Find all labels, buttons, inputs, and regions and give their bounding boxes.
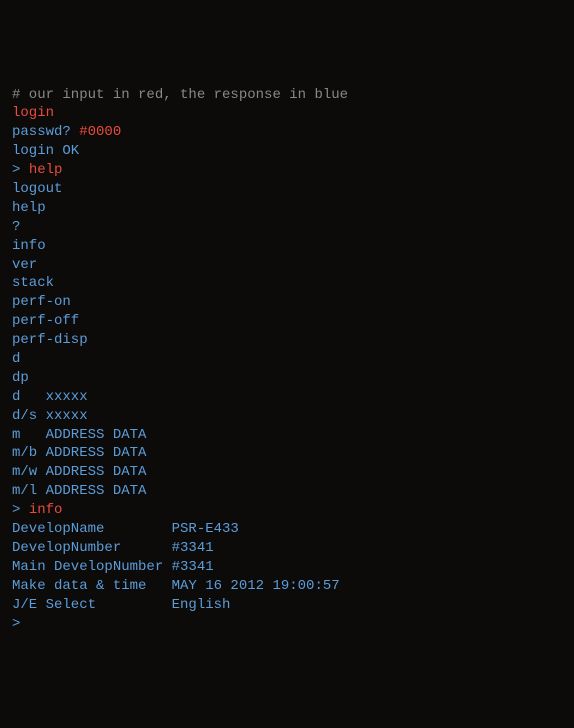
terminal-line: ?	[12, 218, 562, 237]
terminal-text-response: m/w ADDRESS DATA	[12, 464, 146, 480]
terminal-text-response: Make data & time MAY 16 2012 19:00:57	[12, 578, 340, 594]
terminal-text-response: ?	[12, 219, 20, 235]
terminal-text-input: info	[29, 502, 63, 518]
terminal-line: stack	[12, 274, 562, 293]
terminal-line: Main DevelopNumber #3341	[12, 558, 562, 577]
terminal-line: perf-disp	[12, 331, 562, 350]
terminal-text-response: login OK	[12, 143, 79, 159]
terminal-line: login OK	[12, 142, 562, 161]
terminal-text-response: m/l ADDRESS DATA	[12, 483, 146, 499]
terminal-text-response: d xxxxx	[12, 389, 88, 405]
terminal-line: perf-off	[12, 312, 562, 331]
terminal-text-response: perf-off	[12, 313, 79, 329]
terminal-text-response: DevelopNumber #3341	[12, 540, 214, 556]
terminal-text-input: login	[12, 105, 54, 121]
terminal-text-response: m ADDRESS DATA	[12, 427, 146, 443]
terminal-text-response: ver	[12, 257, 37, 273]
terminal-line: login	[12, 104, 562, 123]
terminal-line: > info	[12, 501, 562, 520]
terminal-line: >	[12, 615, 562, 634]
terminal-text-response: J/E Select English	[12, 597, 230, 613]
terminal-line: J/E Select English	[12, 596, 562, 615]
terminal-line: dp	[12, 369, 562, 388]
terminal-text-response: d	[12, 351, 20, 367]
terminal-line: info	[12, 237, 562, 256]
terminal-line: logout	[12, 180, 562, 199]
terminal-line: DevelopName PSR-E433	[12, 520, 562, 539]
terminal-line: Make data & time MAY 16 2012 19:00:57	[12, 577, 562, 596]
terminal-line: help	[12, 199, 562, 218]
terminal-text-response: DevelopName PSR-E433	[12, 521, 239, 537]
terminal-text-response: m/b ADDRESS DATA	[12, 445, 146, 461]
terminal-text-prompt: >	[12, 162, 29, 178]
terminal-line: passwd? #0000	[12, 123, 562, 142]
terminal-text-comment: # our input in red, the response in blue	[12, 87, 348, 103]
terminal-line: d/s xxxxx	[12, 407, 562, 426]
terminal-text-response: dp	[12, 370, 29, 386]
terminal-output[interactable]: # our input in red, the response in blue…	[12, 86, 562, 634]
terminal-line: m/w ADDRESS DATA	[12, 463, 562, 482]
terminal-text-response: perf-disp	[12, 332, 88, 348]
terminal-text-response: info	[12, 238, 46, 254]
terminal-text-response: logout	[12, 181, 62, 197]
terminal-text-response: d/s xxxxx	[12, 408, 88, 424]
terminal-text-response: passwd?	[12, 124, 79, 140]
terminal-text-response: help	[12, 200, 46, 216]
terminal-text-response: stack	[12, 275, 54, 291]
terminal-text-input: #0000	[79, 124, 121, 140]
terminal-line: d xxxxx	[12, 388, 562, 407]
terminal-line: m/b ADDRESS DATA	[12, 444, 562, 463]
terminal-line: # our input in red, the response in blue	[12, 86, 562, 105]
terminal-line: DevelopNumber #3341	[12, 539, 562, 558]
terminal-line: m/l ADDRESS DATA	[12, 482, 562, 501]
terminal-line: perf-on	[12, 293, 562, 312]
terminal-text-prompt: >	[12, 502, 29, 518]
terminal-line: > help	[12, 161, 562, 180]
terminal-text-input: help	[29, 162, 63, 178]
terminal-text-response: perf-on	[12, 294, 71, 310]
terminal-text-prompt: >	[12, 616, 20, 632]
terminal-line: d	[12, 350, 562, 369]
terminal-text-response: Main DevelopNumber #3341	[12, 559, 214, 575]
terminal-line: ver	[12, 256, 562, 275]
terminal-line: m ADDRESS DATA	[12, 426, 562, 445]
